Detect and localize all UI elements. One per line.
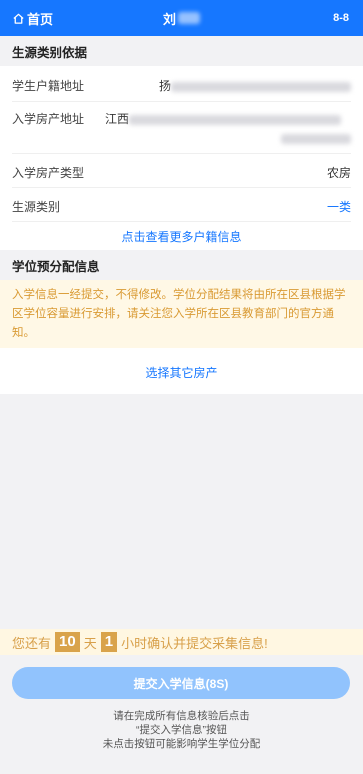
row-label: 生源类别 bbox=[12, 200, 61, 214]
property-address-value: 江西 bbox=[105, 112, 130, 126]
page-code: 8-8 bbox=[333, 12, 349, 24]
submit-hint-line3: 未点击按钮可能影响学生学位分配 bbox=[102, 738, 261, 750]
basis-card: 学生户籍地址 扬 入学房产地址 江西 入学房产类型 农房 生源类别 一类 点击查… bbox=[0, 66, 363, 250]
countdown-prefix: 您还有 bbox=[12, 635, 52, 651]
row-value: 江西 bbox=[105, 110, 351, 145]
student-name: 刘 bbox=[162, 11, 176, 27]
page-title: 刘 bbox=[0, 0, 363, 36]
row-label: 入学房产类型 bbox=[12, 166, 85, 180]
household-address-value: 扬 bbox=[158, 79, 171, 93]
allocation-notice: 入学信息一经提交，不得修改。学位分配结果将由所在区县根据学区学位容量进行安排，请… bbox=[0, 280, 363, 348]
row-property-type: 入学房产类型 农房 bbox=[12, 154, 351, 188]
countdown-banner: 您还有 10 天 1 小时确认并提交采集信息! bbox=[0, 629, 363, 655]
countdown-hours: 1 bbox=[100, 632, 118, 652]
top-bar: 首页 刘 8-8 bbox=[0, 0, 363, 36]
countdown-suffix: 小时确认并提交采集信息! bbox=[121, 635, 268, 651]
choose-property-card: 选择其它房产 bbox=[0, 348, 363, 394]
submit-hint-line2: “提交入学信息”按钮 bbox=[136, 724, 227, 736]
row-source-category: 生源类别 一类 bbox=[12, 188, 351, 222]
submit-hint-line1: 请在完成所有信息核验后点击 bbox=[113, 710, 250, 722]
row-value: 农房 bbox=[326, 166, 351, 180]
row-property-address: 入学房产地址 江西 bbox=[12, 102, 351, 154]
submit-enrollment-button[interactable]: 提交入学信息(8S) bbox=[12, 667, 350, 699]
countdown-day-unit: 天 bbox=[83, 635, 97, 651]
redacted-text bbox=[281, 133, 351, 144]
redacted-text bbox=[171, 81, 351, 92]
row-label: 入学房产地址 bbox=[12, 112, 85, 126]
redacted-text bbox=[129, 114, 342, 125]
more-household-info-link[interactable]: 点击查看更多户籍信息 bbox=[0, 228, 363, 245]
row-label: 学生户籍地址 bbox=[12, 79, 85, 93]
row-value: 一类 bbox=[326, 200, 351, 214]
row-household-address: 学生户籍地址 扬 bbox=[12, 66, 351, 102]
row-value: 扬 bbox=[159, 77, 351, 94]
section-title-basis: 生源类别依据 bbox=[0, 36, 363, 66]
redacted-name bbox=[178, 12, 200, 24]
choose-other-property-link[interactable]: 选择其它房产 bbox=[0, 364, 363, 381]
section-title-allocation: 学位预分配信息 bbox=[0, 250, 363, 280]
countdown-days: 10 bbox=[55, 632, 80, 652]
